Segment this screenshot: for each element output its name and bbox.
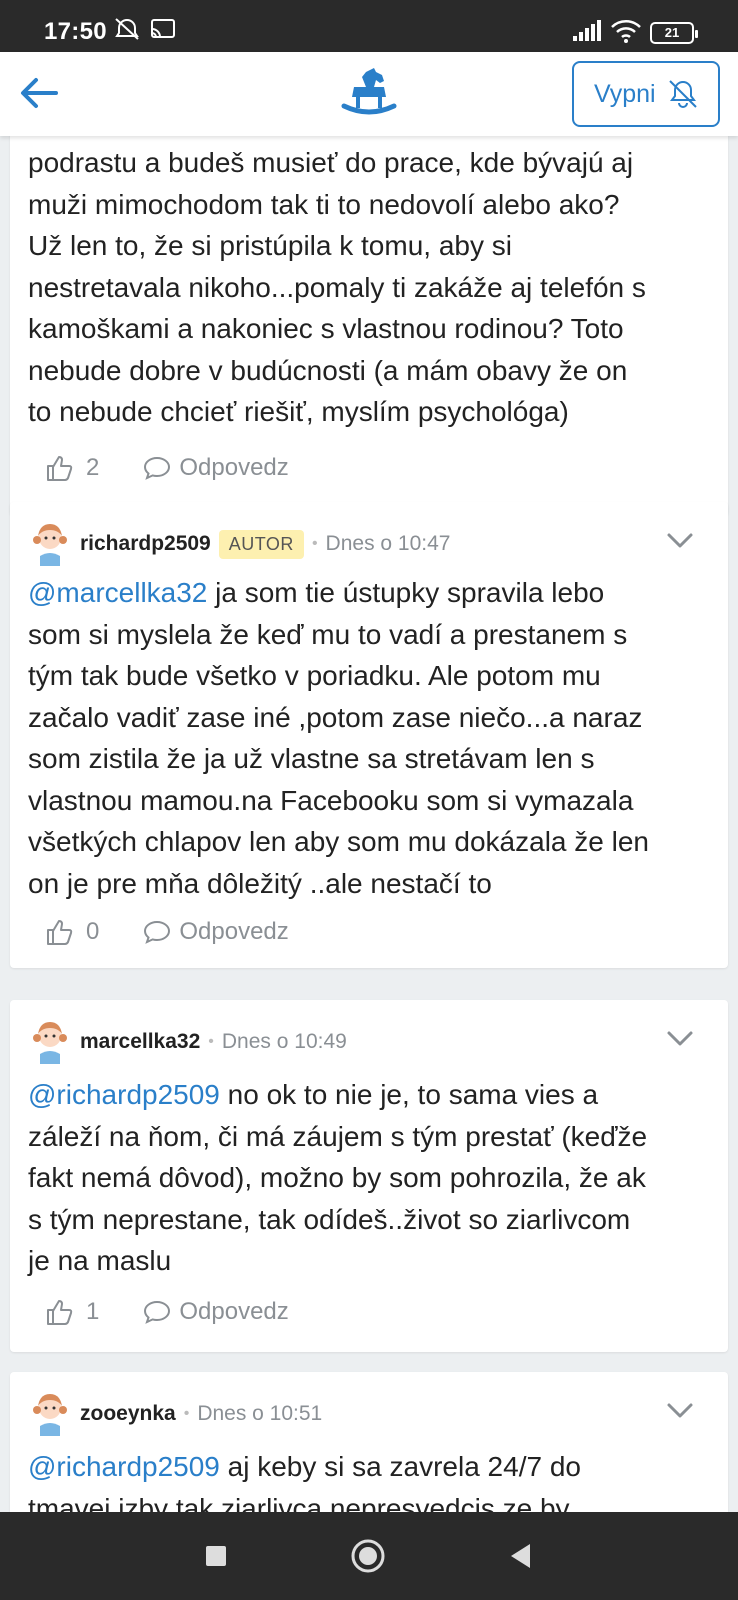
comment-line: kamoškami a nakoniec s vlastnou rodinou?… — [28, 313, 624, 344]
comment-line: @richardp2509 aj keby si sa zavrela 24/7… — [28, 1446, 712, 1488]
like-count: 2 — [86, 454, 100, 481]
mention-link[interactable]: @richardp2509 — [28, 1451, 220, 1482]
comment-timestamp: Dnes o 10:51 — [197, 1402, 323, 1425]
reply-button[interactable]: Odpovedz — [143, 1298, 289, 1326]
author-badge: AUTOR — [218, 529, 304, 559]
comment-line: on je pre mňa dôležitý ..ale nestačí to — [28, 867, 492, 899]
like-count: 1 — [86, 1298, 100, 1325]
chevron-down-icon[interactable] — [666, 1402, 694, 1420]
chevron-down-icon[interactable] — [666, 1030, 694, 1048]
comment-line: začalo vadiť zase iné ,potom zase niečo.… — [28, 701, 643, 733]
comment-header: zooeynka • Dnes o 10:51 — [30, 1392, 708, 1436]
reply-button[interactable]: Odpovedz — [143, 918, 289, 946]
comment-line: som zistila že ja už vlastne sa stretáva… — [28, 743, 595, 774]
separator-dot: • — [208, 1033, 214, 1050]
comment-card: podrastu a budeš musieť do prace, kde bý… — [10, 136, 728, 516]
comment-text: @marcellka32 ja som tie ústupky spravila… — [28, 572, 712, 904]
thumbs-up-icon — [47, 920, 73, 945]
reply-label: Odpovedz — [179, 454, 289, 481]
comments-feed[interactable]: podrastu a budeš musieť do prace, kde bý… — [0, 136, 738, 1512]
mute-button-label: Vypni — [594, 79, 656, 108]
like-count: 0 — [86, 918, 100, 945]
comment-line: tým tak bude všetko v poriadku. Ale poto… — [28, 660, 601, 691]
mute-notifications-button[interactable]: Vypni — [572, 61, 720, 127]
comment-username[interactable]: zooeynka — [80, 1402, 176, 1426]
comment-line: s tým neprestane, tak odídeš..život so z… — [28, 1203, 631, 1235]
separator-dot: • — [183, 1405, 190, 1422]
mention-link[interactable]: @richardp2509 — [28, 1079, 220, 1110]
comment-username[interactable]: richardp2509 — [80, 532, 211, 556]
home-icon[interactable] — [350, 1538, 386, 1574]
comment-actions: 2 Odpovedz — [46, 448, 289, 488]
comment-line: všetkých chlapov len aby som mu dokázala… — [28, 826, 649, 857]
rocking-horse-logo-icon[interactable] — [340, 66, 398, 116]
back-arrow-icon[interactable] — [18, 72, 60, 114]
status-time: 17:50 — [44, 18, 107, 45]
thumbs-up-icon — [47, 456, 73, 481]
chevron-down-icon[interactable] — [666, 532, 694, 550]
avatar-icon[interactable] — [30, 1392, 70, 1436]
comment-actions: 0 Odpovedz — [46, 912, 289, 952]
comment-line: Už len to, že si pristúpila k tomu, aby … — [28, 230, 512, 261]
thumbs-up-icon — [47, 1300, 73, 1325]
mention-link[interactable]: @marcellka32 — [28, 577, 207, 608]
signal-icon — [573, 20, 601, 41]
back-nav-icon[interactable] — [508, 1542, 534, 1570]
comment-line: @richardp2509 no ok to nie je, to sama v… — [28, 1074, 712, 1116]
reply-label: Odpovedz — [179, 918, 289, 945]
recent-apps-icon[interactable] — [204, 1544, 228, 1568]
comment-bubble-icon — [144, 456, 171, 480]
comment-line: @marcellka32 ja som tie ústupky spravila… — [28, 572, 712, 614]
comment-card: zooeynka • Dnes o 10:51 @richardp2509 aj… — [10, 1372, 728, 1512]
comment-text: @richardp2509 aj keby si sa zavrela 24/7… — [28, 1446, 712, 1512]
comment-line-text: aj keby si sa zavrela 24/7 do — [219, 1451, 581, 1482]
reply-label: Odpovedz — [179, 1298, 289, 1325]
wifi-icon — [611, 20, 641, 43]
comment-line-text: ja som tie ústupky spravila lebo — [207, 577, 605, 608]
comment-timestamp: Dnes o 10:47 — [325, 532, 451, 555]
comment-line: muži mimochodom tak ti to nedovolí alebo… — [28, 188, 620, 220]
comment-bubble-icon — [144, 1300, 171, 1324]
comment-username[interactable]: marcellka32 — [80, 1030, 200, 1054]
comment-line: nestretavala nikoho...pomaly ti zakáže a… — [28, 271, 646, 303]
comment-header: marcellka32 • Dnes o 10:49 — [30, 1020, 708, 1064]
comment-line: podrastu a budeš musieť do prace, kde bý… — [28, 147, 634, 178]
alarm-off-icon — [115, 18, 139, 40]
battery-indicator: 21 — [650, 22, 698, 44]
comment-text: @richardp2509 no ok to nie je, to sama v… — [28, 1074, 712, 1282]
comment-line: záleží na ňom, či má záujem s tým presta… — [28, 1120, 648, 1152]
comment-line: to nebude chcieť riešiť, myslím psycholó… — [28, 396, 569, 427]
separator-dot: • — [311, 535, 318, 552]
like-button[interactable]: 0 — [46, 918, 99, 946]
comment-line: je na maslu — [28, 1245, 172, 1276]
comment-line: vlastnou mamou.na Facebooku som si vymaz… — [28, 784, 634, 816]
like-button[interactable]: 2 — [46, 454, 99, 482]
app-bar: Vypni — [0, 52, 738, 136]
system-nav-bar — [0, 1512, 738, 1600]
comment-actions: 1 Odpovedz — [46, 1292, 289, 1332]
reply-button[interactable]: Odpovedz — [143, 454, 289, 482]
cast-icon — [151, 19, 175, 38]
comment-text: podrastu a budeš musieť do prace, kde bý… — [28, 142, 712, 433]
comment-line: fakt nemá dôvod), možno by som pohrozila… — [28, 1162, 646, 1193]
comment-line: nebude dobre v budúcnosti (a mám obavy ž… — [28, 354, 628, 386]
comment-line-text: no ok to nie je, to sama vies a — [219, 1079, 599, 1110]
comment-card: richardp2509 AUTOR • Dnes o 10:47 @marce… — [10, 502, 728, 968]
comment-line: som si myslela že keď mu to vadí a prest… — [28, 618, 628, 650]
bell-off-icon — [668, 80, 697, 108]
status-bar: 17:50 21 — [0, 0, 738, 52]
like-button[interactable]: 1 — [46, 1298, 99, 1326]
avatar-icon[interactable] — [30, 1020, 70, 1064]
comment-card: marcellka32 • Dnes o 10:49 @richardp2509… — [10, 1000, 728, 1352]
comment-line: tmavej izby tak ziarlivca nepresvedcis z… — [28, 1492, 570, 1513]
comment-header: richardp2509 AUTOR • Dnes o 10:47 — [30, 522, 708, 566]
comment-bubble-icon — [144, 920, 171, 944]
comment-timestamp: Dnes o 10:49 — [221, 1030, 347, 1053]
avatar-icon[interactable] — [30, 522, 70, 566]
